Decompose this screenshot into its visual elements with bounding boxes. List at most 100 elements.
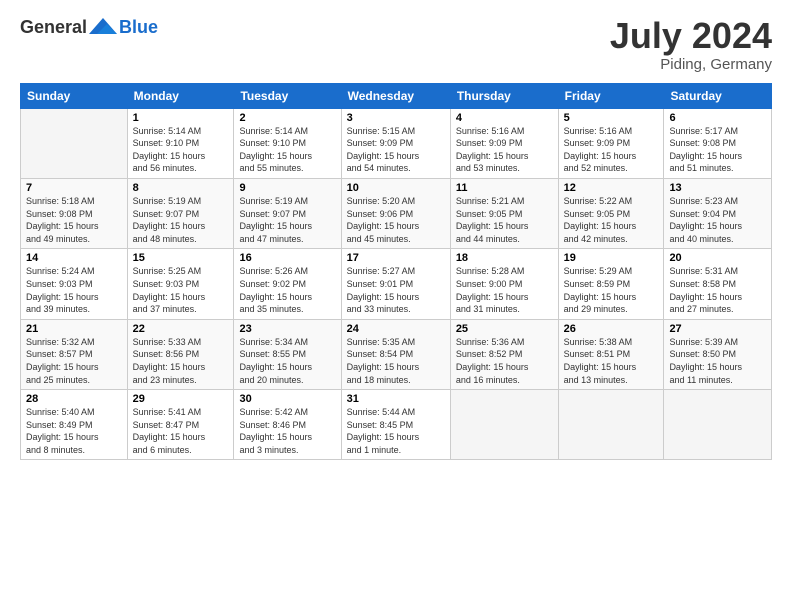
table-row: 18Sunrise: 5:28 AM Sunset: 9:00 PM Dayli… — [450, 249, 558, 319]
logo: General Blue — [20, 16, 158, 38]
table-row — [450, 390, 558, 460]
table-row: 26Sunrise: 5:38 AM Sunset: 8:51 PM Dayli… — [558, 319, 664, 389]
day-info: Sunrise: 5:24 AM Sunset: 9:03 PM Dayligh… — [26, 265, 122, 315]
day-number: 18 — [456, 252, 553, 264]
table-row: 12Sunrise: 5:22 AM Sunset: 9:05 PM Dayli… — [558, 178, 664, 248]
day-info: Sunrise: 5:18 AM Sunset: 9:08 PM Dayligh… — [26, 195, 122, 245]
day-info: Sunrise: 5:25 AM Sunset: 9:03 PM Dayligh… — [133, 265, 229, 315]
day-number: 2 — [239, 112, 335, 124]
day-info: Sunrise: 5:36 AM Sunset: 8:52 PM Dayligh… — [456, 336, 553, 386]
table-row: 8Sunrise: 5:19 AM Sunset: 9:07 PM Daylig… — [127, 178, 234, 248]
page: General Blue July 2024 Piding, Germany S… — [0, 0, 792, 470]
table-row: 24Sunrise: 5:35 AM Sunset: 8:54 PM Dayli… — [341, 319, 450, 389]
header-friday: Friday — [558, 83, 664, 108]
table-row: 3Sunrise: 5:15 AM Sunset: 9:09 PM Daylig… — [341, 108, 450, 178]
calendar-table: Sunday Monday Tuesday Wednesday Thursday… — [20, 83, 772, 461]
calendar-week-row: 14Sunrise: 5:24 AM Sunset: 9:03 PM Dayli… — [21, 249, 772, 319]
day-number: 23 — [239, 323, 335, 335]
table-row: 13Sunrise: 5:23 AM Sunset: 9:04 PM Dayli… — [664, 178, 772, 248]
day-info: Sunrise: 5:14 AM Sunset: 9:10 PM Dayligh… — [239, 125, 335, 175]
day-number: 29 — [133, 393, 229, 405]
header-sunday: Sunday — [21, 83, 128, 108]
header: General Blue July 2024 Piding, Germany — [20, 16, 772, 73]
day-info: Sunrise: 5:42 AM Sunset: 8:46 PM Dayligh… — [239, 406, 335, 456]
table-row: 31Sunrise: 5:44 AM Sunset: 8:45 PM Dayli… — [341, 390, 450, 460]
table-row: 11Sunrise: 5:21 AM Sunset: 9:05 PM Dayli… — [450, 178, 558, 248]
day-info: Sunrise: 5:33 AM Sunset: 8:56 PM Dayligh… — [133, 336, 229, 386]
day-info: Sunrise: 5:17 AM Sunset: 9:08 PM Dayligh… — [669, 125, 766, 175]
title-area: July 2024 Piding, Germany — [610, 16, 772, 73]
table-row: 9Sunrise: 5:19 AM Sunset: 9:07 PM Daylig… — [234, 178, 341, 248]
day-number: 21 — [26, 323, 122, 335]
header-thursday: Thursday — [450, 83, 558, 108]
day-info: Sunrise: 5:32 AM Sunset: 8:57 PM Dayligh… — [26, 336, 122, 386]
day-info: Sunrise: 5:38 AM Sunset: 8:51 PM Dayligh… — [564, 336, 659, 386]
day-info: Sunrise: 5:44 AM Sunset: 8:45 PM Dayligh… — [347, 406, 445, 456]
day-info: Sunrise: 5:41 AM Sunset: 8:47 PM Dayligh… — [133, 406, 229, 456]
day-info: Sunrise: 5:20 AM Sunset: 9:06 PM Dayligh… — [347, 195, 445, 245]
day-number: 8 — [133, 182, 229, 194]
table-row — [21, 108, 128, 178]
header-saturday: Saturday — [664, 83, 772, 108]
day-info: Sunrise: 5:14 AM Sunset: 9:10 PM Dayligh… — [133, 125, 229, 175]
logo-icon — [89, 16, 117, 38]
calendar-header-row: Sunday Monday Tuesday Wednesday Thursday… — [21, 83, 772, 108]
table-row: 21Sunrise: 5:32 AM Sunset: 8:57 PM Dayli… — [21, 319, 128, 389]
table-row: 14Sunrise: 5:24 AM Sunset: 9:03 PM Dayli… — [21, 249, 128, 319]
day-number: 28 — [26, 393, 122, 405]
calendar-week-row: 28Sunrise: 5:40 AM Sunset: 8:49 PM Dayli… — [21, 390, 772, 460]
day-info: Sunrise: 5:16 AM Sunset: 9:09 PM Dayligh… — [564, 125, 659, 175]
header-wednesday: Wednesday — [341, 83, 450, 108]
table-row: 20Sunrise: 5:31 AM Sunset: 8:58 PM Dayli… — [664, 249, 772, 319]
logo-text-blue: Blue — [119, 17, 158, 38]
table-row: 22Sunrise: 5:33 AM Sunset: 8:56 PM Dayli… — [127, 319, 234, 389]
day-info: Sunrise: 5:16 AM Sunset: 9:09 PM Dayligh… — [456, 125, 553, 175]
day-info: Sunrise: 5:22 AM Sunset: 9:05 PM Dayligh… — [564, 195, 659, 245]
day-info: Sunrise: 5:27 AM Sunset: 9:01 PM Dayligh… — [347, 265, 445, 315]
calendar-week-row: 1Sunrise: 5:14 AM Sunset: 9:10 PM Daylig… — [21, 108, 772, 178]
day-info: Sunrise: 5:23 AM Sunset: 9:04 PM Dayligh… — [669, 195, 766, 245]
table-row: 25Sunrise: 5:36 AM Sunset: 8:52 PM Dayli… — [450, 319, 558, 389]
day-number: 11 — [456, 182, 553, 194]
table-row: 15Sunrise: 5:25 AM Sunset: 9:03 PM Dayli… — [127, 249, 234, 319]
day-number: 13 — [669, 182, 766, 194]
day-info: Sunrise: 5:31 AM Sunset: 8:58 PM Dayligh… — [669, 265, 766, 315]
day-number: 14 — [26, 252, 122, 264]
day-number: 25 — [456, 323, 553, 335]
day-number: 17 — [347, 252, 445, 264]
header-tuesday: Tuesday — [234, 83, 341, 108]
day-number: 30 — [239, 393, 335, 405]
table-row: 27Sunrise: 5:39 AM Sunset: 8:50 PM Dayli… — [664, 319, 772, 389]
calendar-week-row: 7Sunrise: 5:18 AM Sunset: 9:08 PM Daylig… — [21, 178, 772, 248]
day-info: Sunrise: 5:29 AM Sunset: 8:59 PM Dayligh… — [564, 265, 659, 315]
day-number: 19 — [564, 252, 659, 264]
table-row — [558, 390, 664, 460]
table-row: 4Sunrise: 5:16 AM Sunset: 9:09 PM Daylig… — [450, 108, 558, 178]
table-row: 6Sunrise: 5:17 AM Sunset: 9:08 PM Daylig… — [664, 108, 772, 178]
day-info: Sunrise: 5:19 AM Sunset: 9:07 PM Dayligh… — [133, 195, 229, 245]
table-row: 7Sunrise: 5:18 AM Sunset: 9:08 PM Daylig… — [21, 178, 128, 248]
day-info: Sunrise: 5:34 AM Sunset: 8:55 PM Dayligh… — [239, 336, 335, 386]
day-info: Sunrise: 5:39 AM Sunset: 8:50 PM Dayligh… — [669, 336, 766, 386]
calendar-body: 1Sunrise: 5:14 AM Sunset: 9:10 PM Daylig… — [21, 108, 772, 460]
table-row: 30Sunrise: 5:42 AM Sunset: 8:46 PM Dayli… — [234, 390, 341, 460]
logo-text-general: General — [20, 17, 87, 38]
day-info: Sunrise: 5:21 AM Sunset: 9:05 PM Dayligh… — [456, 195, 553, 245]
header-monday: Monday — [127, 83, 234, 108]
day-number: 4 — [456, 112, 553, 124]
day-number: 22 — [133, 323, 229, 335]
day-number: 1 — [133, 112, 229, 124]
day-info: Sunrise: 5:28 AM Sunset: 9:00 PM Dayligh… — [456, 265, 553, 315]
month-year-title: July 2024 — [610, 16, 772, 56]
day-number: 10 — [347, 182, 445, 194]
table-row: 17Sunrise: 5:27 AM Sunset: 9:01 PM Dayli… — [341, 249, 450, 319]
day-info: Sunrise: 5:35 AM Sunset: 8:54 PM Dayligh… — [347, 336, 445, 386]
table-row: 16Sunrise: 5:26 AM Sunset: 9:02 PM Dayli… — [234, 249, 341, 319]
day-number: 20 — [669, 252, 766, 264]
day-number: 6 — [669, 112, 766, 124]
table-row: 29Sunrise: 5:41 AM Sunset: 8:47 PM Dayli… — [127, 390, 234, 460]
day-number: 26 — [564, 323, 659, 335]
table-row: 28Sunrise: 5:40 AM Sunset: 8:49 PM Dayli… — [21, 390, 128, 460]
calendar-week-row: 21Sunrise: 5:32 AM Sunset: 8:57 PM Dayli… — [21, 319, 772, 389]
day-number: 24 — [347, 323, 445, 335]
